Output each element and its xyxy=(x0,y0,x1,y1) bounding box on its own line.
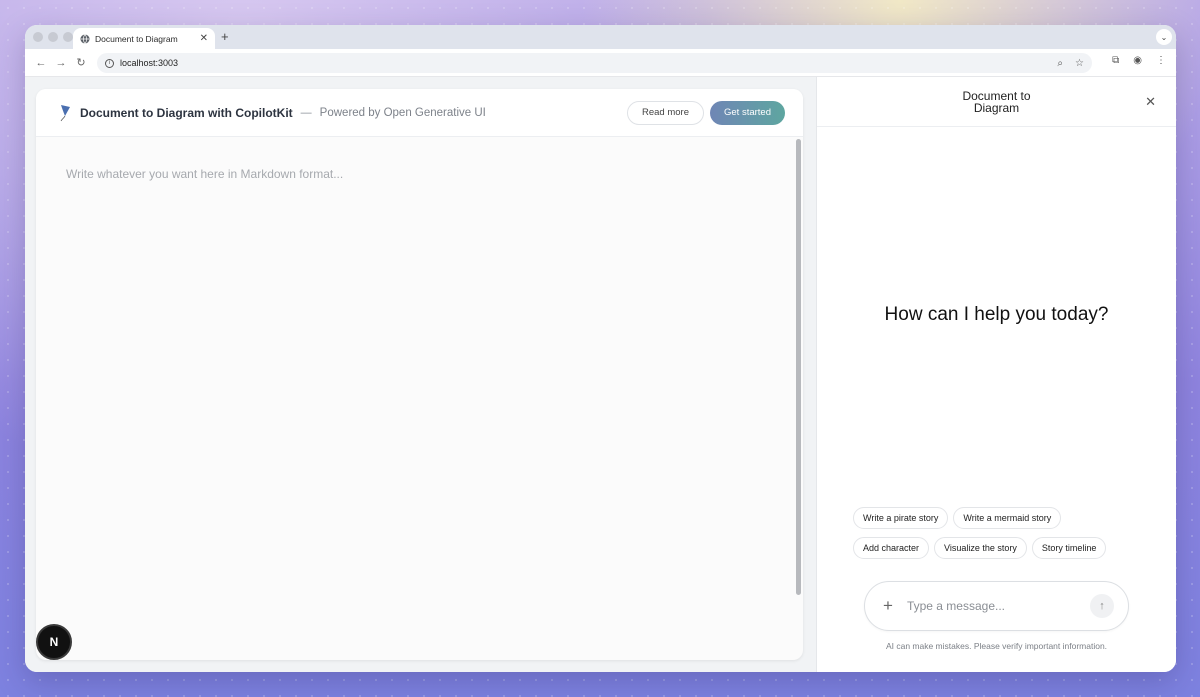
url-text: localhost:3003 xyxy=(120,58,179,68)
extensions-icon[interactable]: ⧉ xyxy=(1112,55,1119,66)
chat-panel: Document to Diagram ✕ How can I help you… xyxy=(816,77,1176,672)
get-started-button[interactable]: Get started xyxy=(710,100,785,125)
powered-by-text: Powered by Open Generative UI xyxy=(319,106,486,119)
chevron-down-icon[interactable]: ⌄ xyxy=(1156,29,1172,45)
window-controls xyxy=(33,32,73,42)
nextjs-devtools-button[interactable]: N xyxy=(36,624,72,660)
tab-title: Document to Diagram xyxy=(95,33,178,44)
editor-area: Document to Diagram with CopilotKit — Po… xyxy=(25,77,816,672)
minimize-window-dot[interactable] xyxy=(48,32,58,42)
ai-disclaimer: AI can make mistakes. Please verify impo… xyxy=(885,641,1108,651)
chat-title: Document to Diagram xyxy=(962,88,1031,115)
message-input[interactable] xyxy=(906,599,1090,613)
app-title: Document to Diagram with CopilotKit xyxy=(80,105,293,120)
add-attachment-icon[interactable]: + xyxy=(883,596,893,616)
suggestion-chip[interactable]: Story timeline xyxy=(1031,537,1107,559)
suggestion-chip[interactable]: Write a mermaid story xyxy=(953,507,1062,529)
forward-icon[interactable]: → xyxy=(51,57,71,69)
kite-logo-icon xyxy=(60,104,70,121)
address-bar: ← → ↻ i localhost:3003 ⌕ ☆ ⧉ ◉ ⋮ xyxy=(25,49,1176,77)
app-header: Document to Diagram with CopilotKit — Po… xyxy=(36,89,803,137)
markdown-editor xyxy=(36,137,793,660)
profile-icon[interactable]: ◉ xyxy=(1133,55,1142,66)
url-field[interactable]: i localhost:3003 ⌕ ☆ xyxy=(97,53,1092,73)
send-arrow-icon[interactable]: ↑ xyxy=(1090,594,1114,618)
back-icon[interactable]: ← xyxy=(31,57,51,69)
maximize-window-dot[interactable] xyxy=(63,32,73,42)
editor-card: Document to Diagram with CopilotKit — Po… xyxy=(36,89,803,660)
chat-greeting: How can I help you today? xyxy=(884,304,1109,325)
suggestions: Write a pirate story Write a mermaid sto… xyxy=(853,507,1136,559)
new-tab-icon[interactable]: + xyxy=(221,29,229,44)
editor-scrollbar[interactable] xyxy=(796,139,801,595)
tab-bar: Document to Diagram ✕ + ⌄ xyxy=(25,25,1176,49)
more-menu-icon[interactable]: ⋮ xyxy=(1156,55,1166,66)
globe-icon xyxy=(80,33,90,44)
close-window-dot[interactable] xyxy=(33,32,43,42)
chat-header: Document to Diagram ✕ xyxy=(817,77,1176,127)
browser-tab[interactable]: Document to Diagram ✕ xyxy=(73,28,215,49)
reload-icon[interactable]: ↻ xyxy=(71,56,91,69)
site-info-icon[interactable]: i xyxy=(105,58,114,68)
title-separator: — xyxy=(300,106,312,119)
page-content: Document to Diagram with CopilotKit — Po… xyxy=(25,77,1176,672)
suggestion-chip[interactable]: Write a pirate story xyxy=(853,507,949,529)
star-icon[interactable]: ☆ xyxy=(1075,58,1084,69)
suggestion-chip[interactable]: Visualize the story xyxy=(934,537,1027,559)
read-more-button[interactable]: Read more xyxy=(627,100,704,125)
close-tab-icon[interactable]: ✕ xyxy=(200,33,208,44)
message-composer: + ↑ xyxy=(864,581,1129,631)
browser-window: Document to Diagram ✕ + ⌄ ← → ↻ i localh… xyxy=(25,25,1176,672)
markdown-input[interactable] xyxy=(66,167,763,630)
suggestion-chip[interactable]: Add character xyxy=(853,537,930,559)
close-icon[interactable]: ✕ xyxy=(1145,94,1156,110)
zoom-icon[interactable]: ⌕ xyxy=(1057,58,1063,69)
